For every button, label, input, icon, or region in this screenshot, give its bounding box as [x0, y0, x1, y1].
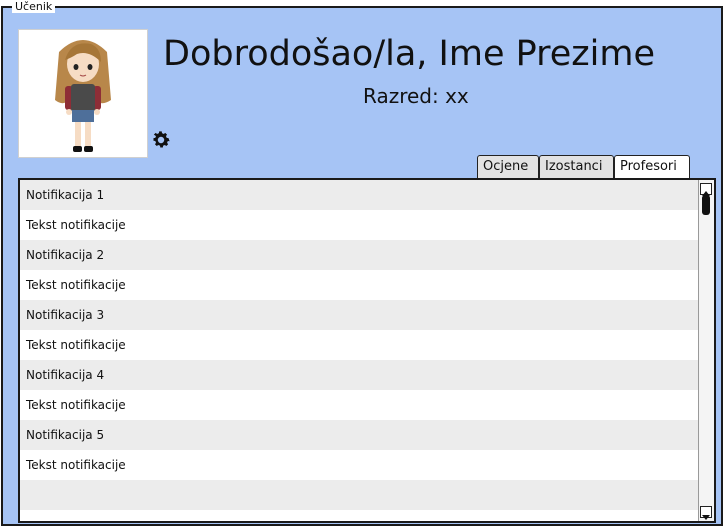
- scrollbar[interactable]: [698, 180, 714, 521]
- notification-text: Tekst notifikacije: [26, 458, 126, 472]
- notification-text: Tekst notifikacije: [26, 218, 126, 232]
- student-window: Dobrodošao/la, Ime Prezime Razred: xx Oc…: [1, 6, 723, 526]
- welcome-heading: Dobrodošao/la, Ime Prezime: [163, 34, 655, 74]
- window-legend: Učenik: [12, 0, 56, 13]
- notification-text: Tekst notifikacije: [26, 338, 126, 352]
- grade-label: Razred: xx: [363, 84, 469, 108]
- notifications-panel: Notifikacija 1 Tekst notifikacije Notifi…: [18, 178, 716, 523]
- notification-list: Notifikacija 1 Tekst notifikacije Notifi…: [20, 180, 698, 521]
- notification-title[interactable]: Notifikacija 3: [20, 300, 698, 330]
- scroll-down-arrow-icon[interactable]: [700, 506, 712, 520]
- notification-title[interactable]: Notifikacija 2: [20, 240, 698, 270]
- tab-profesori[interactable]: Profesori: [614, 155, 690, 179]
- scrollbar-thumb[interactable]: [702, 195, 710, 215]
- notification-title[interactable]: Notifikacija 5: [20, 420, 698, 450]
- student-avatar-image: [55, 40, 111, 152]
- avatar: [18, 29, 148, 158]
- notification-text: Tekst notifikacije: [26, 278, 126, 292]
- tab-ocjene[interactable]: Ocjene: [477, 155, 539, 179]
- tab-izostanci[interactable]: Izostanci: [539, 155, 614, 179]
- notification-title[interactable]: Notifikacija 1: [20, 180, 698, 210]
- scroll-up-arrow-icon[interactable]: [700, 183, 712, 196]
- notification-text: Tekst notifikacije: [26, 398, 126, 412]
- notification-title[interactable]: Notifikacija 4: [20, 360, 698, 390]
- empty-row: [20, 480, 698, 510]
- gear-icon[interactable]: [150, 129, 172, 151]
